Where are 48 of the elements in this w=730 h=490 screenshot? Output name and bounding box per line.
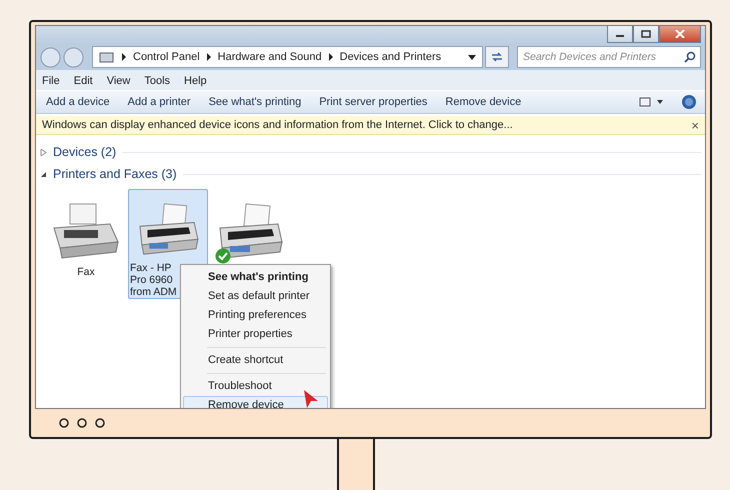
search-field[interactable]: Search Devices and Printers: [517, 46, 701, 68]
address-bar[interactable]: Control Panel Hardware and Sound Devices and Printers: [92, 46, 483, 68]
info-bar-message: Windows can display enhanced device icons and information from the Internet. Click to change...: [42, 119, 514, 131]
toolbar-button[interactable]: See what's printing: [202, 94, 308, 110]
search-icon: [684, 51, 696, 63]
cursor-icon: [303, 389, 319, 408]
device-label: Fax - HP: [129, 262, 172, 274]
context-menu-item[interactable]: Printing preferences: [183, 306, 328, 325]
menu-item[interactable]: Help: [184, 75, 207, 87]
view-options-button[interactable]: [639, 97, 665, 107]
device-tile[interactable]: Fax: [46, 189, 126, 279]
toolbar-button[interactable]: Add a device: [40, 94, 116, 110]
device-label: Fax: [77, 266, 95, 278]
close-icon: [675, 30, 685, 38]
close-button[interactable]: ×: [691, 118, 699, 132]
caret-icon[interactable]: [468, 54, 476, 60]
minimize-button[interactable]: [607, 26, 633, 43]
indicator-lights-icon: [57, 417, 107, 429]
breadcrumb-item[interactable]: Devices and Printers: [340, 51, 442, 63]
toolbar-button[interactable]: Print server properties: [313, 94, 434, 110]
toolbar-button[interactable]: Remove device: [439, 94, 528, 110]
breadcrumb-item[interactable]: Hardware and Sound: [218, 51, 322, 63]
group-header[interactable]: Printers and Faxes (3): [53, 167, 177, 181]
maximize-icon: [641, 30, 651, 38]
toolbar-button[interactable]: Add a printer: [122, 94, 197, 110]
context-menu-item[interactable]: Remove device: [183, 396, 328, 408]
chevron-icon: [206, 53, 212, 61]
maximize-button[interactable]: [633, 26, 659, 43]
menu-item[interactable]: Edit: [74, 75, 93, 87]
refresh-button[interactable]: [485, 46, 509, 68]
breadcrumb-item[interactable]: Control Panel: [133, 51, 200, 63]
context-menu-item[interactable]: Create shortcut: [183, 351, 328, 370]
group-header[interactable]: Devices (2): [53, 145, 116, 159]
collapsed-arrow-icon[interactable]: [40, 148, 47, 156]
context-menu-item[interactable]: Troubleshoot: [183, 377, 328, 396]
arrows-icon: [490, 51, 504, 63]
folder-icon: [99, 50, 115, 64]
info-bar[interactable]: Windows can display enhanced device icons and information from the Internet. Click to change... ×: [36, 116, 705, 135]
menu-item[interactable]: View: [106, 75, 130, 87]
device-label: Pro 6960: [129, 274, 173, 286]
device-label: from ADM: [129, 286, 177, 298]
menu-item[interactable]: Tools: [144, 75, 170, 87]
menu-item[interactable]: File: [42, 75, 60, 87]
chevron-icon: [328, 53, 334, 61]
expanded-arrow-icon[interactable]: [40, 170, 47, 178]
close-button[interactable]: [659, 26, 701, 43]
context-menu-item[interactable]: Printer properties: [183, 325, 328, 344]
chevron-icon: [121, 53, 127, 61]
